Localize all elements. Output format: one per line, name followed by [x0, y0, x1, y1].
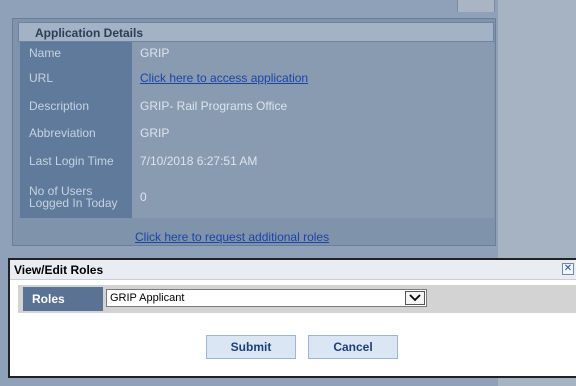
access-application-link[interactable]: Click here to access application — [132, 64, 494, 92]
detail-label: URL — [20, 64, 132, 92]
dialog-title: View/Edit Roles — [14, 263, 104, 277]
background-tab — [457, 0, 495, 12]
roles-select-value: GRIP Applicant — [110, 292, 185, 304]
roles-select[interactable]: GRIP Applicant — [106, 289, 427, 307]
submit-button[interactable]: Submit — [206, 335, 296, 359]
detail-row-abbreviation: Abbreviation GRIP — [20, 119, 494, 146]
dialog-title-bar: View/Edit Roles ✕ — [10, 260, 576, 280]
roles-label: Roles — [23, 287, 103, 311]
page: Application Details Name GRIP URL Click … — [0, 0, 576, 386]
view-edit-roles-dialog: View/Edit Roles ✕ Roles GRIP Applicant S… — [8, 258, 576, 378]
detail-value: GRIP- Rail Programs Office — [132, 92, 494, 119]
detail-label: Last Login Time — [20, 146, 132, 176]
application-details-header: Application Details — [18, 22, 494, 42]
detail-value: GRIP — [132, 119, 494, 146]
roles-row: Roles GRIP Applicant — [18, 285, 576, 313]
detail-value: 7/10/2018 6:27:51 AM — [132, 146, 494, 176]
detail-row-name: Name GRIP — [20, 42, 494, 64]
detail-row-description: Description GRIP- Rail Programs Office — [20, 92, 494, 119]
detail-row-url: URL Click here to access application — [20, 64, 494, 92]
cancel-button[interactable]: Cancel — [308, 335, 398, 359]
detail-value: GRIP — [132, 42, 494, 64]
detail-label: Abbreviation — [20, 119, 132, 146]
close-icon[interactable]: ✕ — [562, 263, 574, 275]
detail-value: 0 — [132, 176, 494, 218]
request-roles-link[interactable]: Click here to request additional roles — [135, 230, 329, 244]
application-details-table: Name GRIP URL Click here to access appli… — [20, 42, 494, 218]
detail-label: Description — [20, 92, 132, 119]
detail-label: No of Users Logged In Today — [20, 176, 132, 218]
detail-row-last-login: Last Login Time 7/10/2018 6:27:51 AM — [20, 146, 494, 176]
detail-row-users-logged-in: No of Users Logged In Today 0 — [20, 176, 494, 218]
detail-label: Name — [20, 42, 132, 64]
chevron-down-icon[interactable] — [405, 291, 425, 305]
